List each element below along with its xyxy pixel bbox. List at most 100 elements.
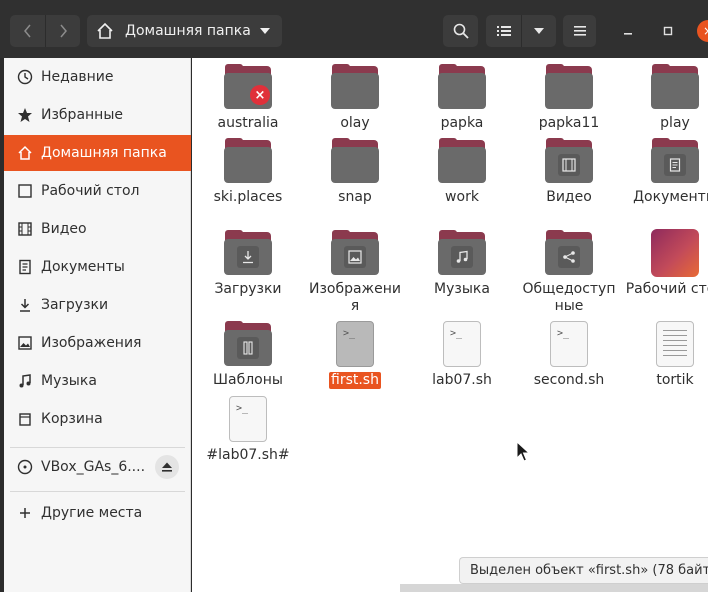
sidebar-item-label: Загрузки [41, 297, 109, 313]
chevron-down-icon[interactable] [260, 28, 270, 34]
file-label: first.sh [329, 372, 381, 389]
file-item-documents[interactable]: Документы [623, 137, 708, 206]
file-item-australia[interactable]: × australia [196, 63, 300, 132]
back-button[interactable] [10, 15, 45, 47]
sidebar-item-videos[interactable]: Видео [4, 211, 191, 247]
sidebar-divider [10, 447, 185, 448]
error-badge-icon: × [250, 85, 270, 105]
sidebar-item-pictures[interactable]: Изображения [4, 325, 191, 361]
file-label: Музыка [434, 281, 490, 297]
sidebar-item-label: Музыка [41, 373, 97, 389]
file-item-olay[interactable]: olay [303, 63, 407, 132]
file-label: ski.places [213, 189, 283, 205]
path-bar[interactable]: Домашняя папка [87, 15, 282, 47]
eject-button[interactable] [155, 455, 179, 479]
list-view-button[interactable] [486, 15, 521, 47]
sidebar-item-music[interactable]: Музыка [4, 363, 191, 399]
file-item-downloads[interactable]: Загрузки [196, 229, 300, 298]
plus-icon [17, 505, 33, 521]
file-item-work[interactable]: work [410, 137, 514, 206]
folder-icon [651, 63, 699, 111]
sidebar-item-label: VBox_GAs_6.... [41, 459, 146, 475]
sidebar-item-label: Документы [41, 259, 125, 275]
view-options-button[interactable] [521, 15, 556, 47]
maximize-button[interactable] [660, 23, 676, 39]
menu-button[interactable] [563, 15, 596, 47]
hamburger-icon [573, 26, 586, 36]
file-item-templates[interactable]: Шаблоны [196, 320, 300, 389]
file-label: snap [338, 189, 372, 205]
sidebar-item-label: Недавние [41, 69, 114, 85]
folder-icon [545, 137, 593, 185]
sidebar-item-recent[interactable]: Недавние [4, 59, 191, 95]
file-item-pictures[interactable]: Изображения [303, 229, 407, 315]
file-label: second.sh [533, 372, 605, 388]
host-taskbar [400, 584, 708, 592]
download-icon [237, 246, 259, 268]
file-item-snap[interactable]: snap [303, 137, 407, 206]
sidebar-item-trash[interactable]: Корзина [4, 401, 191, 437]
script-file-icon: >_ [224, 395, 272, 443]
file-label: work [445, 189, 479, 205]
folder-icon [651, 137, 699, 185]
file-label: play [660, 115, 690, 131]
file-item-lab07-backup[interactable]: >_ #lab07.sh# [196, 395, 300, 464]
file-item-tortik[interactable]: tortik [623, 320, 708, 389]
file-label: australia [217, 115, 279, 131]
sidebar-item-other-locations[interactable]: Другие места [4, 495, 191, 531]
file-item-second-sh[interactable]: >_ second.sh [517, 320, 621, 389]
nav-buttons [10, 15, 80, 47]
sidebar-item-label: Изображения [41, 335, 142, 351]
script-file-icon: >_ [545, 320, 593, 368]
file-item-play[interactable]: play [623, 63, 708, 132]
file-item-music[interactable]: Музыка [410, 229, 514, 298]
folder-icon [224, 320, 272, 368]
sidebar-item-starred[interactable]: Избранные [4, 97, 191, 133]
close-icon: × [703, 24, 708, 38]
folder-icon [331, 229, 379, 277]
file-label: #lab07.sh# [206, 447, 290, 463]
minimize-button[interactable] [620, 23, 636, 39]
file-label: Рабочий стол [625, 281, 708, 297]
close-button[interactable]: × [697, 20, 708, 42]
file-label: olay [340, 115, 370, 131]
file-label: papka11 [538, 115, 600, 131]
search-button[interactable] [443, 15, 478, 47]
file-label: lab07.sh [432, 372, 492, 388]
download-icon [17, 297, 33, 313]
file-item-videos[interactable]: Видео [517, 137, 621, 206]
sidebar-item-label: Другие места [41, 505, 143, 521]
forward-button[interactable] [45, 15, 80, 47]
file-item-papka[interactable]: papka [410, 63, 514, 132]
file-label: Документы [633, 189, 708, 205]
file-item-lab07-sh[interactable]: >_ lab07.sh [410, 320, 514, 389]
file-item-public[interactable]: Общедоступные [517, 229, 621, 315]
image-icon [17, 335, 33, 351]
sidebar-item-device[interactable]: VBox_GAs_6.... [4, 449, 191, 485]
folder-icon [331, 137, 379, 185]
file-item-first-sh[interactable]: >_ first.sh [303, 320, 407, 389]
clock-icon [17, 69, 33, 85]
mouse-pointer-icon [516, 441, 530, 462]
file-item-papka11[interactable]: papka11 [517, 63, 621, 132]
folder-icon: × [224, 63, 272, 111]
folder-icon [224, 137, 272, 185]
status-text: Выделен объект «first.sh» (78 байт [470, 563, 708, 578]
sidebar-item-label: Домашняя папка [41, 145, 167, 161]
disc-icon [17, 459, 33, 475]
file-item-desktop[interactable]: Рабочий стол [623, 229, 708, 298]
sidebar-item-downloads[interactable]: Загрузки [4, 287, 191, 323]
sidebar-item-desktop[interactable]: Рабочий стол [4, 173, 191, 209]
sidebar-divider [10, 491, 185, 492]
sidebar-item-documents[interactable]: Документы [4, 249, 191, 285]
file-grid: × australia olay papka papka11 play ski.… [192, 58, 708, 592]
sidebar-item-label: Избранные [41, 107, 123, 123]
view-controls [486, 15, 556, 47]
eject-icon [162, 462, 172, 472]
chevron-left-icon [23, 24, 31, 38]
sidebar-item-home[interactable]: Домашняя папка [4, 135, 191, 171]
script-file-icon: >_ [438, 320, 486, 368]
maximize-icon [663, 26, 673, 36]
file-item-ski-places[interactable]: ski.places [196, 137, 300, 206]
film-icon [558, 154, 580, 176]
